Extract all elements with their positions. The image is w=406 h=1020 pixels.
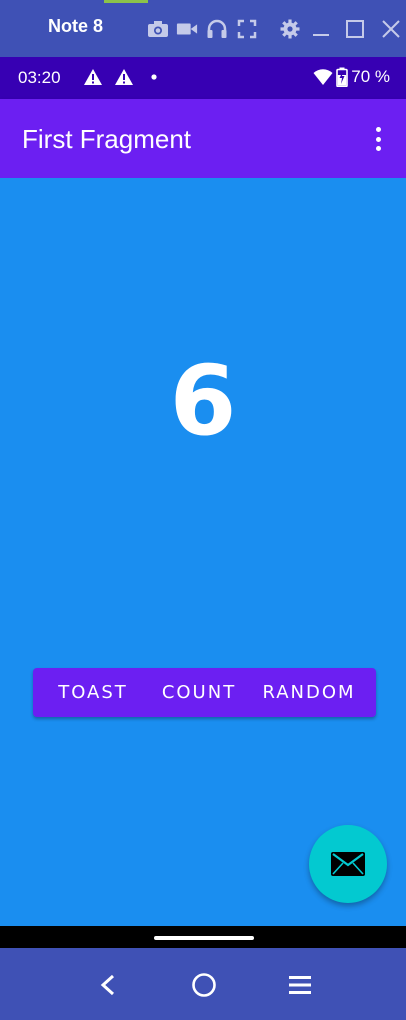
status-bar: 03:20 70 % <box>0 57 406 99</box>
emulator-title: Note 8 <box>48 16 104 36</box>
gesture-area <box>0 926 406 948</box>
maximize-icon[interactable] <box>344 18 366 40</box>
close-icon[interactable] <box>380 18 402 40</box>
overflow-menu-icon[interactable] <box>366 125 390 153</box>
count-button[interactable]: COUNT <box>157 668 241 717</box>
status-time: 03:20 <box>18 68 61 87</box>
mail-fab-button[interactable] <box>309 825 387 903</box>
gear-icon[interactable] <box>279 18 301 40</box>
emulator-accent-bar <box>104 0 148 3</box>
page-title: First Fragment <box>22 124 192 154</box>
menu-button[interactable] <box>285 970 315 1000</box>
count-textview: 6 <box>169 345 237 457</box>
notification-dot-icon <box>151 74 157 80</box>
toast-button[interactable]: TOAST <box>53 668 133 717</box>
back-button[interactable] <box>93 970 123 1000</box>
camera-icon[interactable] <box>147 18 169 40</box>
battery-level: 70 % <box>351 67 390 86</box>
home-button[interactable] <box>189 970 219 1000</box>
fragment-content: 6 TOAST COUNT RANDOM <box>0 178 406 926</box>
status-right: 70 % <box>313 67 390 87</box>
emulator-nav-bar <box>0 948 406 1020</box>
gesture-handle[interactable] <box>154 936 254 940</box>
app-bar: First Fragment <box>0 99 406 178</box>
emulator-titlebar: Note 8 <box>0 0 406 57</box>
back-icon <box>100 974 115 996</box>
video-icon[interactable] <box>176 18 198 40</box>
battery-charging-icon <box>336 67 349 87</box>
button-bar: TOAST COUNT RANDOM <box>33 668 376 717</box>
warning-icon <box>84 69 102 85</box>
warning-icon <box>115 69 133 85</box>
home-icon <box>192 973 216 997</box>
fullscreen-icon[interactable] <box>236 18 258 40</box>
wifi-icon <box>313 69 333 85</box>
headphones-icon[interactable] <box>206 18 228 40</box>
menu-icon <box>289 976 311 994</box>
mail-icon <box>331 852 365 876</box>
random-button[interactable]: RANDOM <box>259 668 359 717</box>
minimize-icon[interactable] <box>310 18 332 40</box>
